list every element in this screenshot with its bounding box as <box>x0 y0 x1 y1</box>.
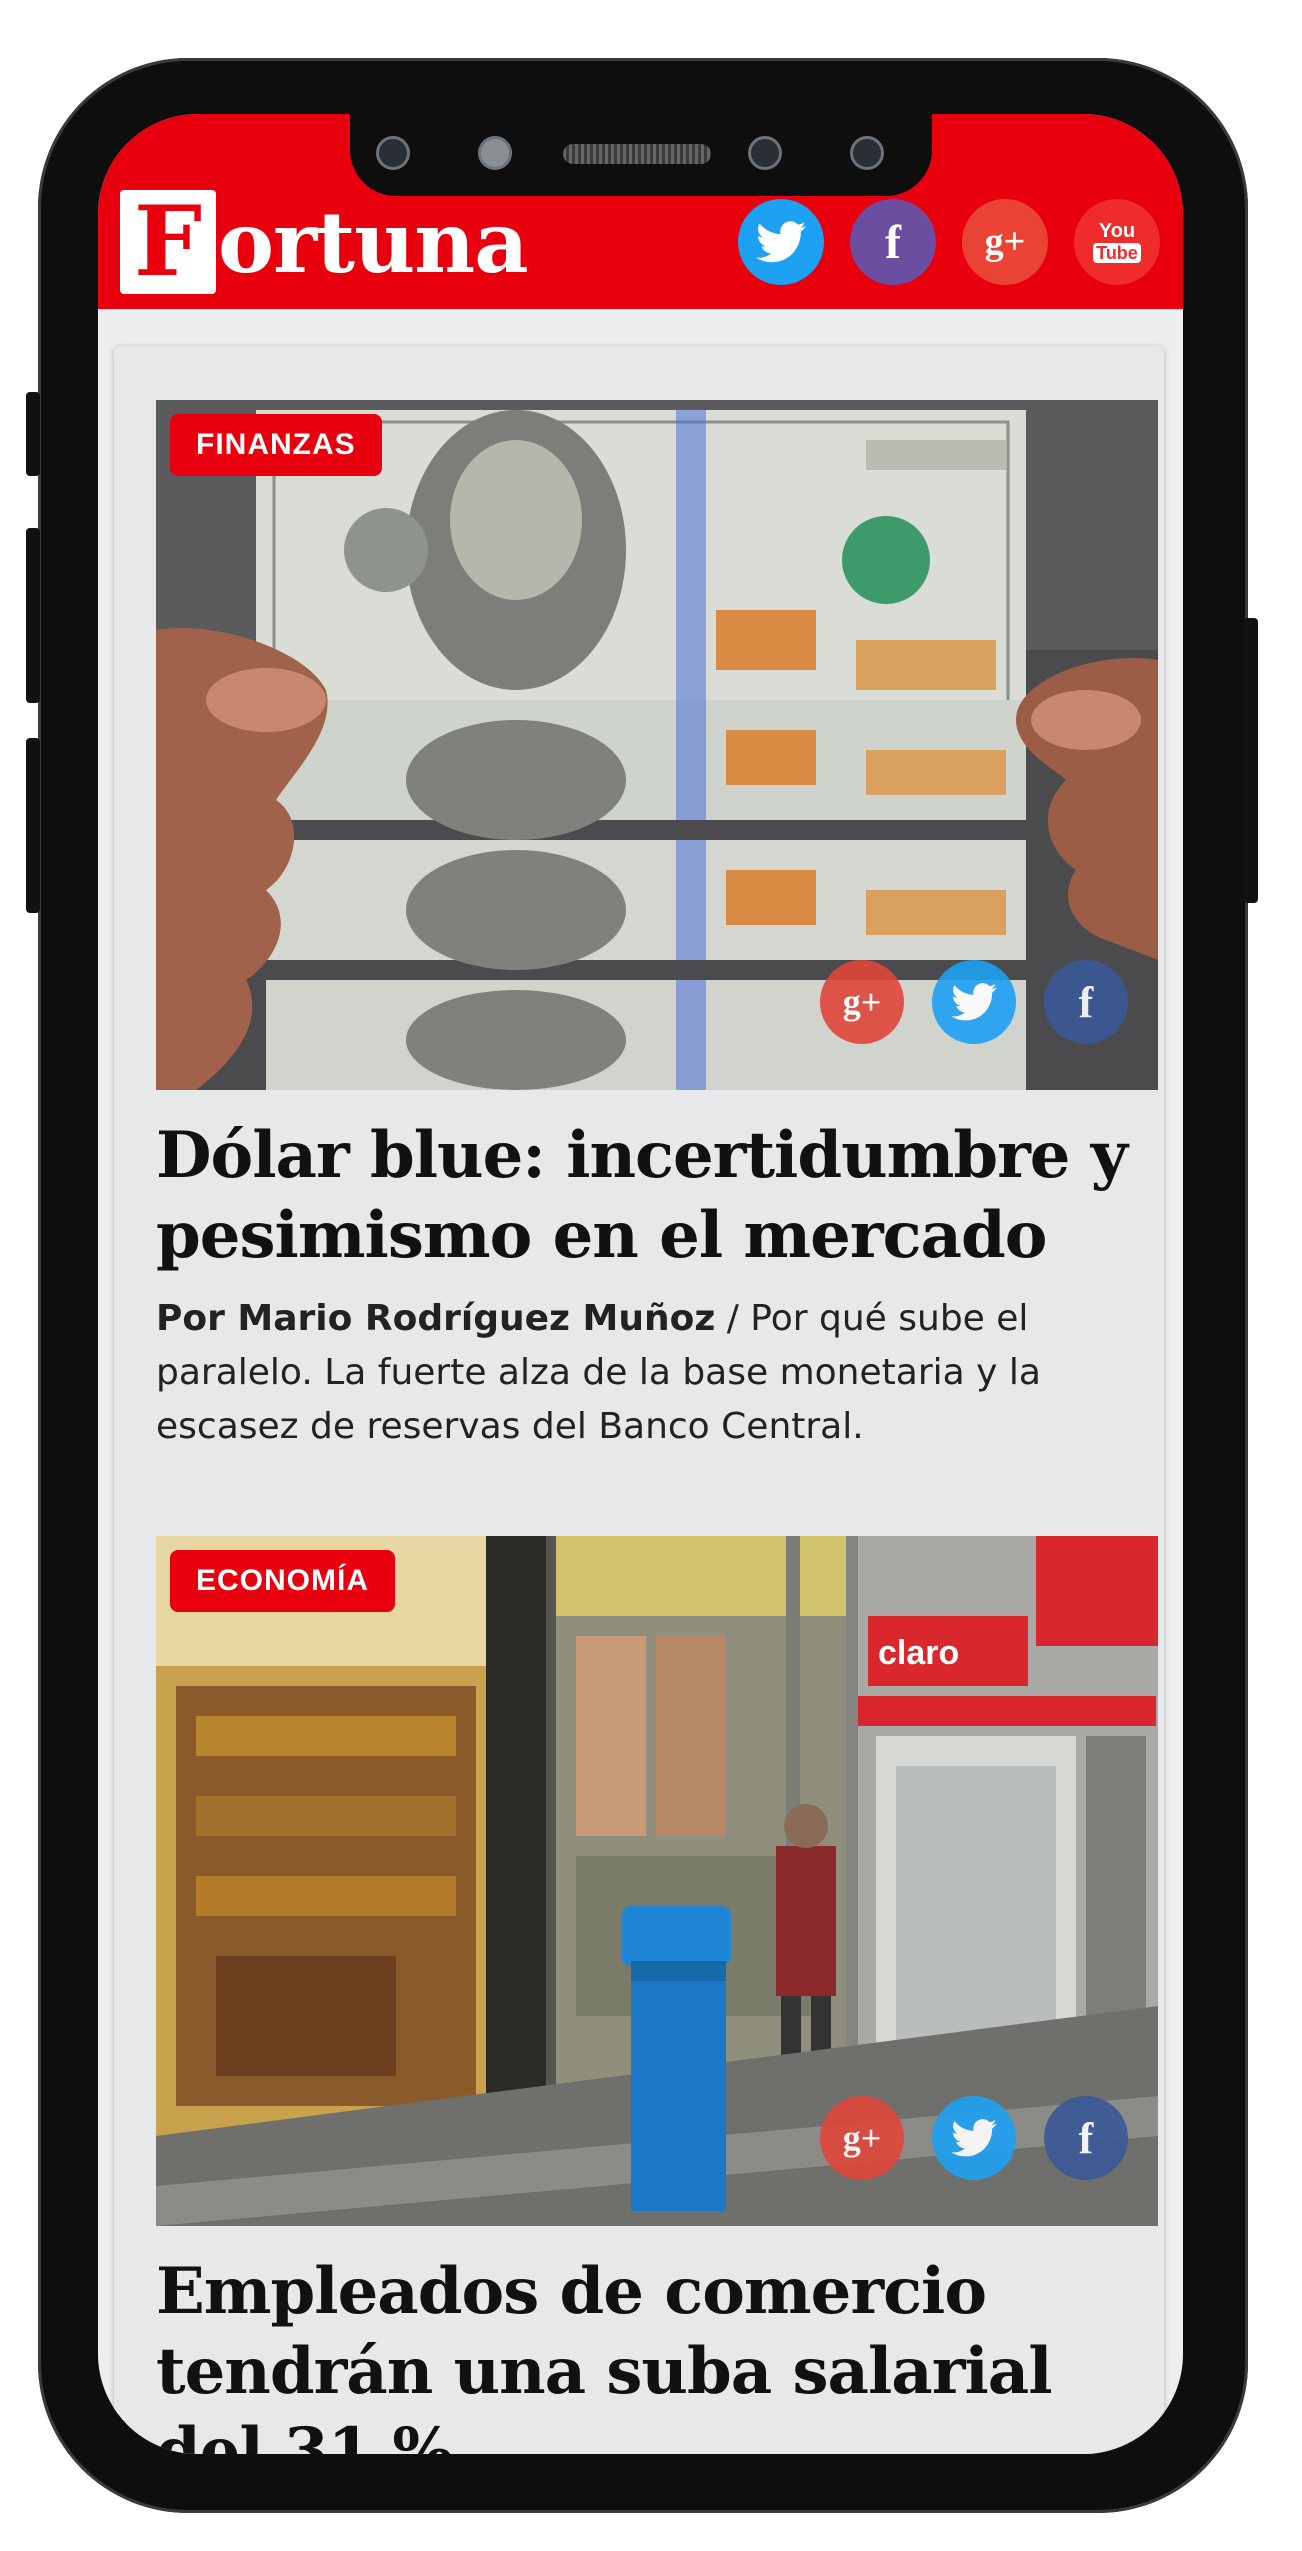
volume-up-button <box>26 528 40 703</box>
facebook-icon: f <box>1078 2113 1094 2163</box>
fortuna-logo[interactable]: F ortuna <box>120 186 529 298</box>
article-2-share-twitter[interactable] <box>932 2096 1016 2180</box>
front-camera <box>748 136 782 170</box>
header-youtube-button[interactable]: You Tube <box>1074 199 1160 285</box>
article-1-share-twitter[interactable] <box>932 960 1016 1044</box>
googleplus-icon: g+ <box>842 2118 882 2158</box>
article-2-image[interactable]: claro ECONOMÍA g+ f <box>156 1536 1158 2226</box>
article-2-title-line3: del 31 % <box>156 2414 453 2454</box>
article-1-title-line2: pesimismo en el mercado <box>156 1198 1047 1273</box>
googleplus-icon: g+ <box>842 982 882 1022</box>
article-1-author: Por Mario Rodríguez Muñoz <box>156 1298 716 1339</box>
article-2-title[interactable]: Empleados de comercio tendrán una suba s… <box>156 2252 1146 2454</box>
earpiece-speaker <box>563 144 711 164</box>
face-sensor <box>850 136 884 170</box>
header-twitter-button[interactable] <box>738 199 824 285</box>
article-2-share-googleplus[interactable]: g+ <box>820 2096 904 2180</box>
header-googleplus-button[interactable]: g+ <box>962 199 1048 285</box>
article-1-title-line1: Dólar blue: incertidumbre y <box>156 1118 1128 1193</box>
logo-initial: F <box>120 190 216 294</box>
facebook-icon: f <box>885 215 901 269</box>
volume-down-button <box>26 738 40 913</box>
facebook-icon: f <box>1078 977 1094 1027</box>
logo-text: ortuna <box>218 192 529 292</box>
youtube-icon-bottom: Tube <box>1093 243 1141 263</box>
article-1-summary: Por Mario Rodríguez Muñoz / Por qué sube… <box>156 1292 1146 1454</box>
article-1-share-googleplus[interactable]: g+ <box>820 960 904 1044</box>
proximity-sensor <box>478 136 512 170</box>
mute-switch <box>26 392 40 476</box>
news-feed: FINANZAS g+ f Dólar blue: incertidumbre … <box>114 346 1164 2454</box>
article-1-category-badge[interactable]: FINANZAS <box>170 414 382 476</box>
article-1-title[interactable]: Dólar blue: incertidumbre y pesimismo en… <box>156 1116 1146 1276</box>
twitter-icon <box>951 2119 997 2157</box>
article-1-share-facebook[interactable]: f <box>1044 960 1128 1044</box>
phone-screen: F ortuna f g+ You Tube FINANZAS g+ f Dól… <box>98 114 1183 2454</box>
article-2-title-line2: tendrán una suba salarial <box>156 2334 1053 2409</box>
claro-sign-text: claro <box>878 1634 959 1672</box>
googleplus-icon: g+ <box>984 221 1026 263</box>
article-2-title-line1: Empleados de comercio <box>156 2254 987 2329</box>
youtube-icon-top: You <box>1098 220 1136 242</box>
article-2-share-facebook[interactable]: f <box>1044 2096 1128 2180</box>
front-sensor <box>376 136 410 170</box>
header-facebook-button[interactable]: f <box>850 199 936 285</box>
article-1-image[interactable]: FINANZAS g+ f <box>156 400 1158 1090</box>
phone-notch <box>350 114 932 196</box>
power-button <box>1244 618 1258 903</box>
article-2-category-badge[interactable]: ECONOMÍA <box>170 1550 395 1612</box>
twitter-icon <box>756 221 806 263</box>
twitter-icon <box>951 983 997 1021</box>
